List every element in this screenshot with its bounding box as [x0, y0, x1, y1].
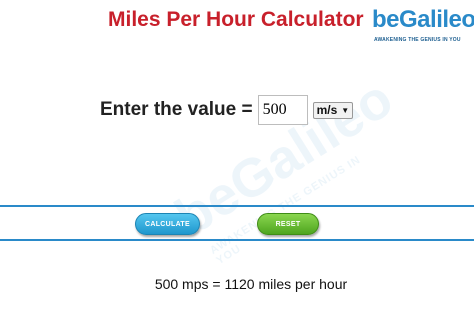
- value-input[interactable]: [257, 95, 308, 125]
- unit-dropdown[interactable]: m/s ▼: [312, 101, 354, 119]
- begalileo-logo: beGalileo AWAKENING THE GENIUS IN YOU: [372, 6, 474, 46]
- page-title: Miles Per Hour Calculator: [108, 8, 364, 31]
- unit-dropdown-value: m/s: [316, 103, 338, 117]
- value-entry-row: Enter the value = m/s ▼: [100, 94, 354, 126]
- result-area: 500 mps = 1120 miles per hour: [0, 276, 474, 294]
- value-label: Enter the value =: [100, 99, 253, 120]
- logo-wordmark: beGalileo: [372, 6, 474, 33]
- calculate-button[interactable]: CALCULATE: [135, 213, 200, 235]
- chevron-down-icon: ▼: [341, 105, 350, 115]
- button-band: [0, 205, 474, 241]
- result-text: 500 mps = 1120 miles per hour: [154, 276, 348, 292]
- logo-tagline: AWAKENING THE GENIUS IN YOU: [374, 37, 461, 43]
- reset-button[interactable]: RESET: [257, 213, 319, 235]
